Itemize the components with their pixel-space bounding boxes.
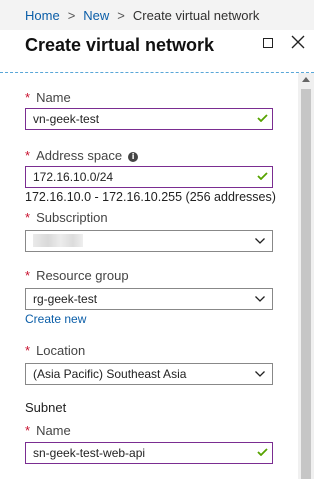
- required-mark: *: [25, 423, 31, 438]
- scrollbar-thumb[interactable]: [301, 89, 311, 479]
- resource-group-label-text: Resource group: [36, 268, 129, 283]
- required-mark: *: [25, 268, 31, 283]
- resource-group-value: rg-geek-test: [33, 292, 98, 306]
- subscription-value-redacted: [33, 234, 83, 247]
- address-space-label-text: Address space: [36, 148, 123, 163]
- page-title: Create virtual network: [25, 35, 215, 55]
- info-icon[interactable]: i: [128, 151, 139, 162]
- chevron-down-icon: [255, 238, 265, 244]
- chevron-right-icon: >: [67, 7, 76, 23]
- check-icon: [257, 172, 268, 180]
- breadcrumb-current: Create virtual network: [132, 7, 260, 23]
- restore-icon[interactable]: [263, 38, 273, 48]
- required-mark: *: [25, 210, 31, 225]
- check-icon: [257, 448, 268, 456]
- subnet-heading: Subnet: [25, 400, 67, 415]
- chevron-down-icon: [255, 296, 265, 302]
- resource-group-select[interactable]: rg-geek-test: [25, 288, 273, 310]
- address-space-field[interactable]: 172.16.10.0/24: [25, 166, 273, 188]
- address-range-text: 172.16.10.0 - 172.16.10.255 (256 address…: [25, 190, 276, 204]
- header-divider: [0, 72, 314, 73]
- chevron-right-icon: >: [117, 7, 125, 23]
- subscription-select[interactable]: [25, 230, 273, 252]
- name-label-text: Name: [36, 90, 71, 105]
- location-value: (Asia Pacific) Southeast Asia: [33, 367, 187, 381]
- subnet-name-label: * Name: [25, 423, 71, 438]
- address-space-field-value: 172.16.10.0/24: [33, 170, 114, 184]
- required-mark: *: [25, 148, 31, 163]
- close-icon[interactable]: [290, 34, 306, 50]
- breadcrumb: Home > New > Create virtual network: [0, 0, 314, 30]
- breadcrumb-new-link[interactable]: New: [83, 8, 109, 23]
- chevron-down-icon: [255, 371, 265, 377]
- breadcrumb-home-link[interactable]: Home: [25, 8, 60, 23]
- location-label-text: Location: [36, 343, 86, 358]
- location-label: * Location: [25, 343, 85, 358]
- resource-group-label: * Resource group: [25, 268, 129, 283]
- name-label: * Name: [25, 90, 71, 105]
- location-select[interactable]: (Asia Pacific) Southeast Asia: [25, 363, 273, 385]
- name-field-value: vn-geek-test: [33, 112, 100, 126]
- subnet-name-field[interactable]: sn-geek-test-web-api: [25, 442, 273, 464]
- name-field[interactable]: vn-geek-test: [25, 108, 273, 130]
- scroll-up-arrow-icon[interactable]: [302, 77, 310, 82]
- subscription-label-text: Subscription: [36, 210, 108, 225]
- subnet-name-label-text: Name: [36, 423, 71, 438]
- address-space-label: * Address space i: [25, 148, 139, 163]
- subscription-label: * Subscription: [25, 210, 108, 225]
- vertical-scrollbar[interactable]: [298, 73, 314, 479]
- check-icon: [257, 114, 268, 122]
- required-mark: *: [25, 90, 31, 105]
- create-new-resource-group-link[interactable]: Create new: [25, 312, 86, 326]
- panel-header: Create virtual network: [0, 30, 314, 70]
- subnet-name-field-value: sn-geek-test-web-api: [33, 446, 146, 460]
- required-mark: *: [25, 343, 31, 358]
